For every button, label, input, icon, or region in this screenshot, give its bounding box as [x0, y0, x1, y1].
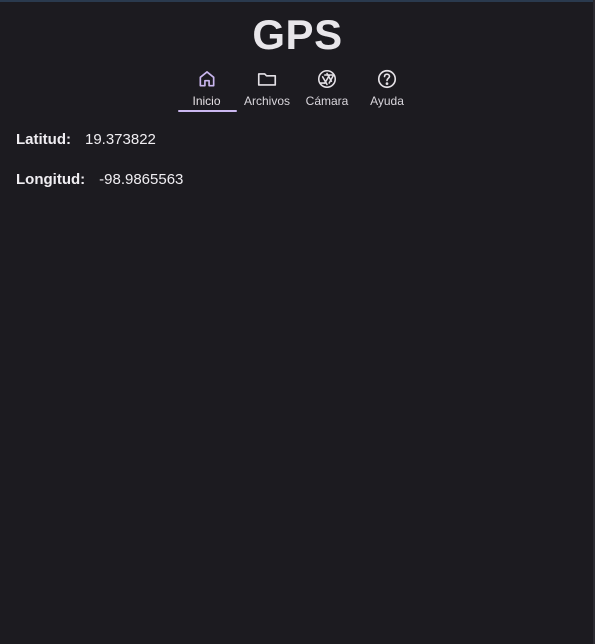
page-title: GPS: [252, 11, 343, 58]
tab-label: Cámara: [305, 94, 349, 108]
window-top-border: [0, 0, 595, 2]
camera-shutter-icon: [316, 68, 338, 90]
tab-label: Ayuda: [370, 94, 404, 108]
latitude-row: Latitud: 19.373822: [16, 131, 183, 149]
latitude-label: Latitud:: [16, 131, 71, 148]
longitude-label: Longitud:: [16, 171, 86, 188]
longitude-value: -98.9865563: [99, 171, 184, 188]
help-circle-icon: [376, 68, 398, 90]
home-icon: [196, 68, 218, 90]
tab-camara[interactable]: Cámara: [297, 64, 357, 114]
tab-ayuda[interactable]: Ayuda: [357, 64, 417, 114]
latitude-value: 19.373822: [84, 131, 156, 148]
tab-label: Archivos: [243, 94, 290, 108]
tab-bar: Inicio Archivos Cámara Ayuda: [176, 64, 417, 114]
tab-label: Inicio: [192, 94, 221, 108]
longitude-row: Longitud: -98.9865563: [16, 171, 183, 189]
folder-icon: [256, 68, 278, 90]
gps-coordinates: Latitud: 19.373822 Longitud: -98.9865563: [16, 131, 183, 189]
tab-archivos[interactable]: Archivos: [237, 64, 297, 114]
active-tab-indicator: [178, 110, 237, 112]
tab-inicio[interactable]: Inicio: [176, 64, 237, 114]
